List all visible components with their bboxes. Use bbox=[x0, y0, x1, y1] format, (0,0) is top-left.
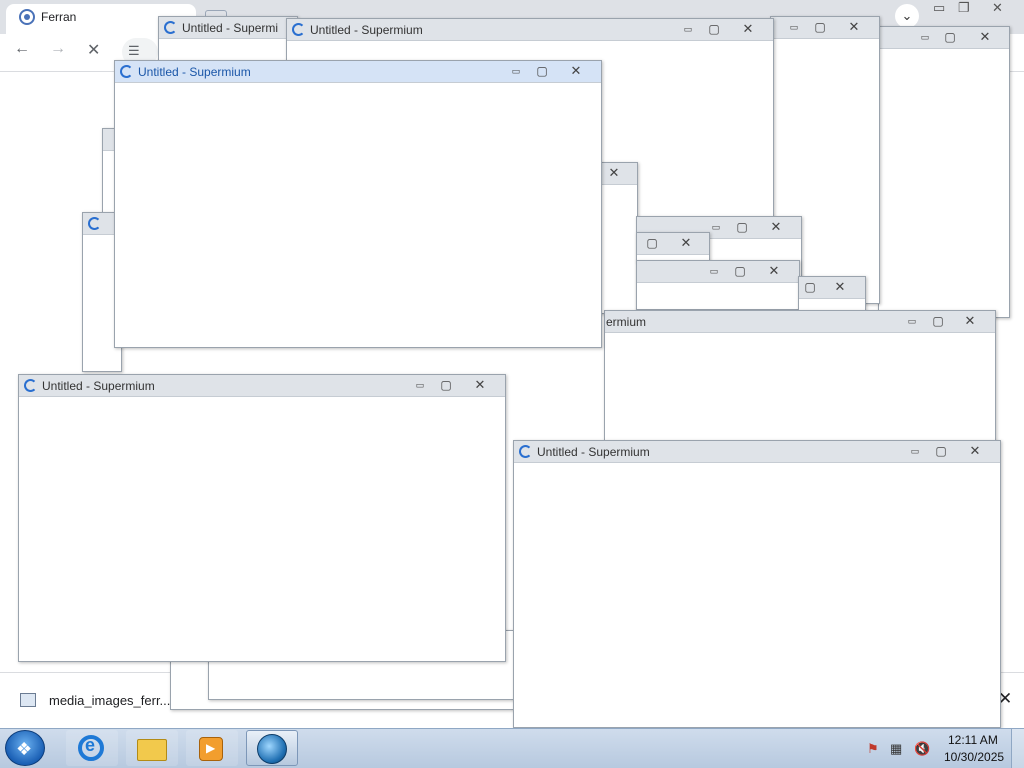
loading-spinner-icon bbox=[88, 217, 101, 230]
media-player-icon bbox=[199, 737, 223, 761]
window-title: ermium bbox=[606, 315, 647, 329]
close-button[interactable]: ✕ bbox=[675, 236, 697, 251]
minimize-button[interactable]: ▭ bbox=[703, 264, 725, 279]
maximize-button[interactable]: ▢ bbox=[641, 236, 663, 251]
close-button[interactable]: ✕ bbox=[974, 30, 996, 45]
window-titlebar[interactable]: ▢ ✕ bbox=[637, 233, 709, 255]
network-icon[interactable]: ▦ bbox=[890, 741, 902, 757]
image-file-icon bbox=[20, 693, 36, 707]
close-button[interactable]: ✕ bbox=[829, 280, 851, 295]
back-button[interactable]: ← bbox=[14, 40, 30, 58]
close-button[interactable]: ✕ bbox=[763, 264, 785, 279]
chevron-down-icon[interactable]: ⌄ bbox=[895, 4, 919, 28]
close-button[interactable]: ✕ bbox=[565, 64, 587, 79]
window-titlebar[interactable]: ✕ bbox=[599, 163, 637, 185]
popup-window[interactable]: Untitled - Supermium ▭ ▢ ✕ bbox=[18, 374, 506, 662]
maximize-button[interactable]: ▢ bbox=[799, 280, 821, 295]
window-title: Untitled - Supermium bbox=[310, 23, 423, 37]
tab-title: Ferran bbox=[41, 10, 77, 24]
popup-window[interactable]: ▢ ✕ bbox=[636, 232, 710, 262]
minimize-button[interactable]: ▭ bbox=[914, 30, 936, 45]
loading-spinner-icon bbox=[24, 379, 37, 392]
window-titlebar[interactable]: Untitled - Supermi bbox=[159, 17, 297, 39]
site-favicon-icon bbox=[19, 9, 35, 25]
maximize-button[interactable]: ▢ bbox=[939, 30, 961, 45]
close-button[interactable]: ✕ bbox=[964, 444, 986, 459]
internet-explorer-icon bbox=[78, 735, 104, 761]
minimize-button[interactable]: ▭ bbox=[409, 378, 431, 393]
maximize-button[interactable]: ▢ bbox=[927, 314, 949, 329]
maximize-button[interactable]: ▢ bbox=[729, 264, 751, 279]
window-title: Untitled - Supermium bbox=[42, 379, 155, 393]
close-button[interactable]: ✕ bbox=[469, 378, 491, 393]
volume-muted-icon[interactable]: 🔇 bbox=[914, 741, 930, 757]
window-titlebar[interactable]: ermium ▭ ▢ ✕ bbox=[605, 311, 995, 333]
download-item[interactable]: media_images_ferr....j bbox=[49, 693, 177, 708]
popup-window[interactable]: ✕ bbox=[598, 162, 638, 314]
loading-spinner-icon bbox=[120, 65, 133, 78]
restore-icon[interactable]: ❐ bbox=[958, 0, 970, 16]
minimize-button[interactable]: ▭ bbox=[505, 64, 527, 79]
maximize-button[interactable]: ▢ bbox=[809, 20, 831, 35]
window-title: Untitled - Supermi bbox=[182, 21, 279, 35]
maximize-button[interactable]: ▢ bbox=[703, 22, 725, 37]
windows-logo-icon: ❖ bbox=[16, 739, 33, 759]
minimize-button[interactable]: ▭ bbox=[783, 20, 805, 35]
window-titlebar[interactable]: ▭ ▢ ✕ bbox=[637, 261, 799, 283]
maximize-button[interactable]: ▢ bbox=[930, 444, 952, 459]
maximize-button[interactable]: ▢ bbox=[531, 64, 553, 79]
close-button[interactable]: ✕ bbox=[959, 314, 981, 329]
loading-spinner-icon bbox=[164, 21, 177, 34]
popup-window[interactable]: Untitled - Supermium ▭ ▢ ✕ bbox=[513, 440, 1001, 728]
minimize-button[interactable]: ▭ bbox=[901, 314, 923, 329]
popup-window[interactable]: ermium ▭ ▢ ✕ bbox=[604, 310, 996, 450]
minimize-button[interactable]: ▭ bbox=[904, 444, 926, 459]
close-button[interactable]: ✕ bbox=[737, 22, 759, 37]
window-titlebar[interactable]: ▢ ✕ bbox=[799, 277, 865, 299]
window-titlebar[interactable]: Untitled - Supermium ▭ ▢ ✕ bbox=[19, 375, 505, 397]
window-titlebar[interactable]: ▭ ▢ ✕ bbox=[771, 17, 879, 39]
folder-icon bbox=[137, 739, 167, 761]
close-button[interactable]: ✕ bbox=[765, 220, 787, 235]
popup-window[interactable]: ▭ ▢ ✕ bbox=[636, 260, 800, 310]
window-titlebar[interactable]: ▭ ▢ ✕ bbox=[879, 27, 1009, 49]
close-button[interactable]: ✕ bbox=[843, 20, 865, 35]
stop-button[interactable]: ✕ bbox=[87, 40, 100, 60]
maximize-button[interactable]: ▢ bbox=[731, 220, 753, 235]
minimize-icon[interactable]: ▭ bbox=[933, 0, 945, 16]
action-center-icon[interactable]: ⚑ bbox=[867, 741, 879, 757]
window-title: Untitled - Supermium bbox=[138, 65, 251, 79]
close-icon[interactable]: ✕ bbox=[992, 0, 1003, 16]
window-titlebar[interactable]: Untitled - Supermium ▭ ▢ ✕ bbox=[115, 61, 601, 83]
loading-spinner-icon bbox=[292, 23, 305, 36]
window-titlebar[interactable]: Untitled - Supermium ▭ ▢ ✕ bbox=[514, 441, 1000, 463]
maximize-button[interactable]: ▢ bbox=[435, 378, 457, 393]
popup-window[interactable]: ▭ ▢ ✕ bbox=[878, 26, 1010, 318]
popup-window-active[interactable]: Untitled - Supermium ▭ ▢ ✕ bbox=[114, 60, 602, 348]
clock-time[interactable]: 12:11 AM bbox=[948, 733, 998, 747]
supermium-icon bbox=[257, 734, 287, 764]
clock-date[interactable]: 10/30/2025 bbox=[944, 750, 1004, 764]
site-settings-icon[interactable]: ☰ bbox=[128, 43, 140, 59]
minimize-button[interactable]: ▭ bbox=[677, 22, 699, 37]
start-button[interactable]: ❖ bbox=[5, 730, 45, 766]
show-desktop-button[interactable] bbox=[1011, 729, 1024, 768]
loading-spinner-icon bbox=[519, 445, 532, 458]
close-button[interactable]: ✕ bbox=[603, 166, 625, 181]
window-titlebar[interactable]: Untitled - Supermium ▭ ▢ ✕ bbox=[287, 19, 773, 41]
window-title: Untitled - Supermium bbox=[537, 445, 650, 459]
forward-button[interactable]: → bbox=[50, 40, 66, 58]
